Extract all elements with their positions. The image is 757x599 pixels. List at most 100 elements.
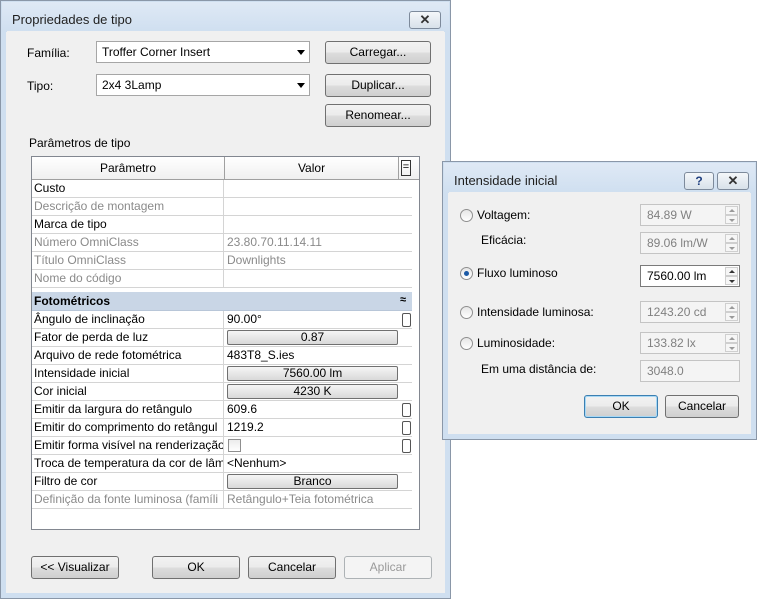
- dialog-body: Voltagem: 84.89 W Eficácia: 89.06 lm/W F…: [449, 192, 750, 434]
- param-value: Downlights: [227, 253, 286, 267]
- cancel-button[interactable]: Cancelar: [248, 556, 336, 579]
- param-name: Definição da fonte luminosa (famíli: [32, 491, 224, 508]
- cancel-button[interactable]: Cancelar: [665, 395, 739, 418]
- table-row[interactable]: Emitir da largura do retângulo 609.6: [32, 401, 412, 419]
- spin-down-icon[interactable]: [725, 276, 738, 285]
- param-value[interactable]: 609.6: [225, 401, 412, 418]
- luminous-flux-radio[interactable]: [460, 267, 473, 280]
- family-select[interactable]: Troffer Corner Insert: [96, 41, 310, 63]
- spin-down-icon[interactable]: [725, 343, 738, 352]
- grid-header: Parâmetro Valor =: [32, 157, 419, 180]
- param-name: Fator de perda de luz: [32, 329, 224, 346]
- luminous-flux-input[interactable]: 7560.00 lm: [640, 265, 740, 287]
- param-value[interactable]: 90.00°: [225, 311, 412, 328]
- table-row[interactable]: Emitir forma visível na renderização: [32, 437, 412, 455]
- spin-down-icon[interactable]: [725, 243, 738, 252]
- luminance-label: Luminosidade:: [477, 336, 556, 350]
- close-button[interactable]: ✕: [409, 11, 441, 29]
- param-value[interactable]: [225, 216, 412, 233]
- rename-button[interactable]: Renomear...: [325, 104, 431, 127]
- close-icon: ✕: [727, 173, 739, 188]
- table-row[interactable]: Arquivo de rede fotométrica 483T8_S.ies: [32, 347, 412, 365]
- spin-up-icon[interactable]: [725, 303, 738, 312]
- table-row[interactable]: Emitir do comprimento do retângul 1219.2: [32, 419, 412, 437]
- chevron-down-icon: [297, 83, 305, 88]
- param-value: 23.80.70.11.14.11: [227, 235, 322, 249]
- collapse-icon[interactable]: ≈: [400, 294, 406, 306]
- voltage-radio[interactable]: [460, 209, 473, 222]
- param-value[interactable]: [225, 180, 412, 197]
- table-row[interactable]: Custo: [32, 180, 412, 198]
- luminance-value: 133.82 lx: [647, 336, 696, 350]
- edit-handle-icon[interactable]: [402, 439, 411, 453]
- table-row[interactable]: Título OmniClass Downlights: [32, 252, 412, 270]
- type-params-label: Parâmetros de tipo: [29, 136, 131, 150]
- efficacy-input[interactable]: 89.06 lm/W: [640, 232, 740, 254]
- spin-down-icon[interactable]: [725, 312, 738, 321]
- preview-button[interactable]: << Visualizar: [31, 556, 119, 579]
- luminance-input[interactable]: 133.82 lx: [640, 332, 740, 354]
- param-value: [225, 270, 412, 287]
- luminous-flux-label: Fluxo luminoso: [477, 266, 558, 280]
- param-name: Troca de temperatura da cor de lâm: [34, 455, 224, 472]
- param-name: Marca de tipo: [32, 216, 224, 233]
- table-row[interactable]: Filtro de cor Branco: [32, 473, 412, 491]
- table-row[interactable]: Troca de temperatura da cor de lâm <Nenh…: [32, 455, 412, 473]
- help-button[interactable]: ?: [684, 172, 714, 190]
- apply-button[interactable]: Aplicar: [344, 556, 432, 579]
- edit-handle-icon[interactable]: [402, 313, 411, 327]
- color-filter-button[interactable]: Branco: [227, 474, 398, 489]
- dialog-title: Intensidade inicial: [454, 173, 558, 188]
- distance-input[interactable]: 3048.0: [640, 360, 740, 382]
- visible-shape-checkbox[interactable]: [228, 439, 241, 452]
- param-name: Número OmniClass: [32, 234, 224, 251]
- param-value[interactable]: <Nenhum>: [225, 455, 412, 472]
- initial-color-button[interactable]: 4230 K: [227, 384, 398, 399]
- luminous-intensity-radio[interactable]: [460, 306, 473, 319]
- close-button[interactable]: ✕: [717, 172, 749, 190]
- type-properties-dialog: Propriedades de tipo ✕ Família: Troffer …: [0, 0, 451, 599]
- spin-down-icon[interactable]: [725, 215, 738, 224]
- voltage-label: Voltagem:: [477, 208, 531, 222]
- table-row[interactable]: Ângulo de inclinação 90.00°: [32, 311, 412, 329]
- luminance-radio[interactable]: [460, 337, 473, 350]
- param-value: Retângulo+Teia fotométrica: [227, 492, 374, 506]
- table-row[interactable]: Número OmniClass 23.80.70.11.14.11: [32, 234, 412, 252]
- type-select[interactable]: 2x4 3Lamp: [96, 74, 310, 96]
- param-value[interactable]: 1219.2: [225, 419, 412, 436]
- grid-options-icon[interactable]: =: [401, 160, 411, 176]
- table-row[interactable]: Intensidade inicial 7560.00 lm: [32, 365, 412, 383]
- edit-handle-icon[interactable]: [402, 421, 411, 435]
- spin-up-icon[interactable]: [725, 267, 738, 276]
- group-header-photometrics[interactable]: Fotométricos ≈: [32, 292, 412, 311]
- duplicate-button[interactable]: Duplicar...: [325, 74, 431, 97]
- load-button[interactable]: Carregar...: [325, 41, 431, 64]
- voltage-value: 84.89 W: [647, 208, 692, 222]
- spin-up-icon[interactable]: [725, 234, 738, 243]
- spin-up-icon[interactable]: [725, 206, 738, 215]
- column-header-value[interactable]: Valor: [225, 157, 399, 179]
- title-bar[interactable]: Propriedades de tipo ✕: [2, 2, 449, 32]
- table-row[interactable]: Marca de tipo: [32, 216, 412, 234]
- initial-intensity-dialog: Intensidade inicial ? ✕ Voltagem: 84.89 …: [442, 161, 757, 440]
- table-row[interactable]: Fator de perda de luz 0.87: [32, 329, 412, 347]
- voltage-input[interactable]: 84.89 W: [640, 204, 740, 226]
- luminous-intensity-input[interactable]: 1243.20 cd: [640, 301, 740, 323]
- table-row[interactable]: Descrição de montagem: [32, 198, 412, 216]
- light-loss-factor-button[interactable]: 0.87: [227, 330, 398, 345]
- efficacy-label: Eficácia:: [481, 233, 527, 247]
- table-row[interactable]: Cor inicial 4230 K: [32, 383, 412, 401]
- edit-handle-icon[interactable]: [402, 403, 411, 417]
- column-header-parameter[interactable]: Parâmetro: [32, 157, 225, 179]
- ok-button[interactable]: OK: [152, 556, 240, 579]
- param-value[interactable]: 483T8_S.ies: [225, 347, 412, 364]
- title-bar[interactable]: Intensidade inicial ? ✕: [444, 163, 755, 193]
- table-row[interactable]: Nome do código: [32, 270, 412, 288]
- type-value: 2x4 3Lamp: [102, 78, 162, 92]
- distance-value: 3048.0: [647, 364, 684, 378]
- initial-intensity-button[interactable]: 7560.00 lm: [227, 366, 398, 381]
- ok-button[interactable]: OK: [584, 395, 658, 418]
- table-row[interactable]: Definição da fonte luminosa (famíli Retâ…: [32, 491, 412, 509]
- spin-up-icon[interactable]: [725, 334, 738, 343]
- param-name: Descrição de montagem: [32, 198, 224, 215]
